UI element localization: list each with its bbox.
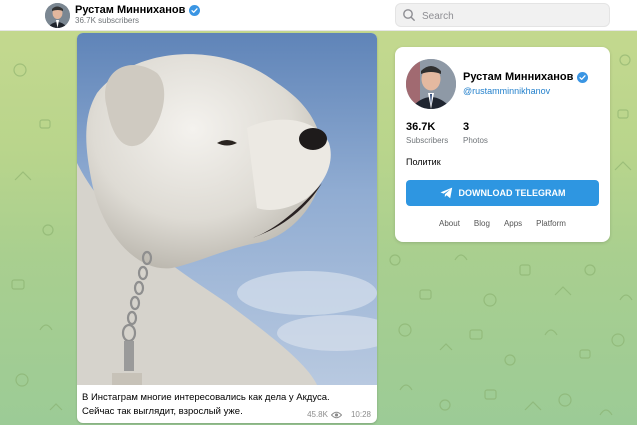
view-count: 45.8K <box>307 410 328 419</box>
footer-links: About Blog Apps Platform <box>395 219 610 228</box>
post-time: 10:28 <box>350 410 371 419</box>
search-input[interactable] <box>420 7 604 25</box>
stat-subscribers-label: Subscribers <box>406 136 449 145</box>
channel-post: В Инстаграм многие интересовались как де… <box>77 33 377 423</box>
link-platform[interactable]: Platform <box>536 219 566 228</box>
channel-avatar[interactable] <box>45 3 70 28</box>
search-box[interactable] <box>395 3 610 27</box>
caption-line-2: Сейчас так выглядит, взрослый уже. <box>82 406 243 417</box>
post-caption: В Инстаграм многие интересовались как де… <box>82 391 342 419</box>
profile-avatar[interactable] <box>406 59 456 109</box>
verified-icon <box>577 71 589 83</box>
post-meta: 45.8K 10:28 <box>307 410 371 419</box>
profile-name-text: Рустам Минниханов <box>463 71 574 83</box>
channel-title-text: Рустам Минниханов <box>75 4 186 16</box>
stat-subscribers-value: 36.7K <box>406 121 436 133</box>
verified-icon <box>189 4 201 16</box>
download-telegram-button[interactable]: DOWNLOAD TELEGRAM <box>406 180 599 206</box>
profile-card: Рустам Минниханов @rustamminnikhanov 36.… <box>395 47 610 242</box>
stat-photos-label: Photos <box>463 136 488 145</box>
link-apps[interactable]: Apps <box>504 219 522 228</box>
eye-icon <box>330 411 342 418</box>
telegram-plane-icon <box>440 187 452 199</box>
link-about[interactable]: About <box>439 219 460 228</box>
channel-title[interactable]: Рустам Минниханов <box>75 4 201 16</box>
search-icon <box>403 9 415 21</box>
profile-bio: Политик <box>406 157 441 167</box>
profile-name: Рустам Минниханов <box>463 71 589 83</box>
stat-photos-value: 3 <box>463 121 470 133</box>
channel-header: Рустам Минниханов 36.7K subscribers <box>0 0 637 31</box>
caption-line-1: В Инстаграм многие интересовались как де… <box>82 392 330 403</box>
post-photo[interactable] <box>77 33 377 385</box>
download-telegram-label: DOWNLOAD TELEGRAM <box>458 188 566 198</box>
profile-handle-link[interactable]: @rustamminnikhanov <box>463 86 550 96</box>
subscriber-count: 36.7K subscribers <box>75 16 140 25</box>
link-blog[interactable]: Blog <box>474 219 490 228</box>
